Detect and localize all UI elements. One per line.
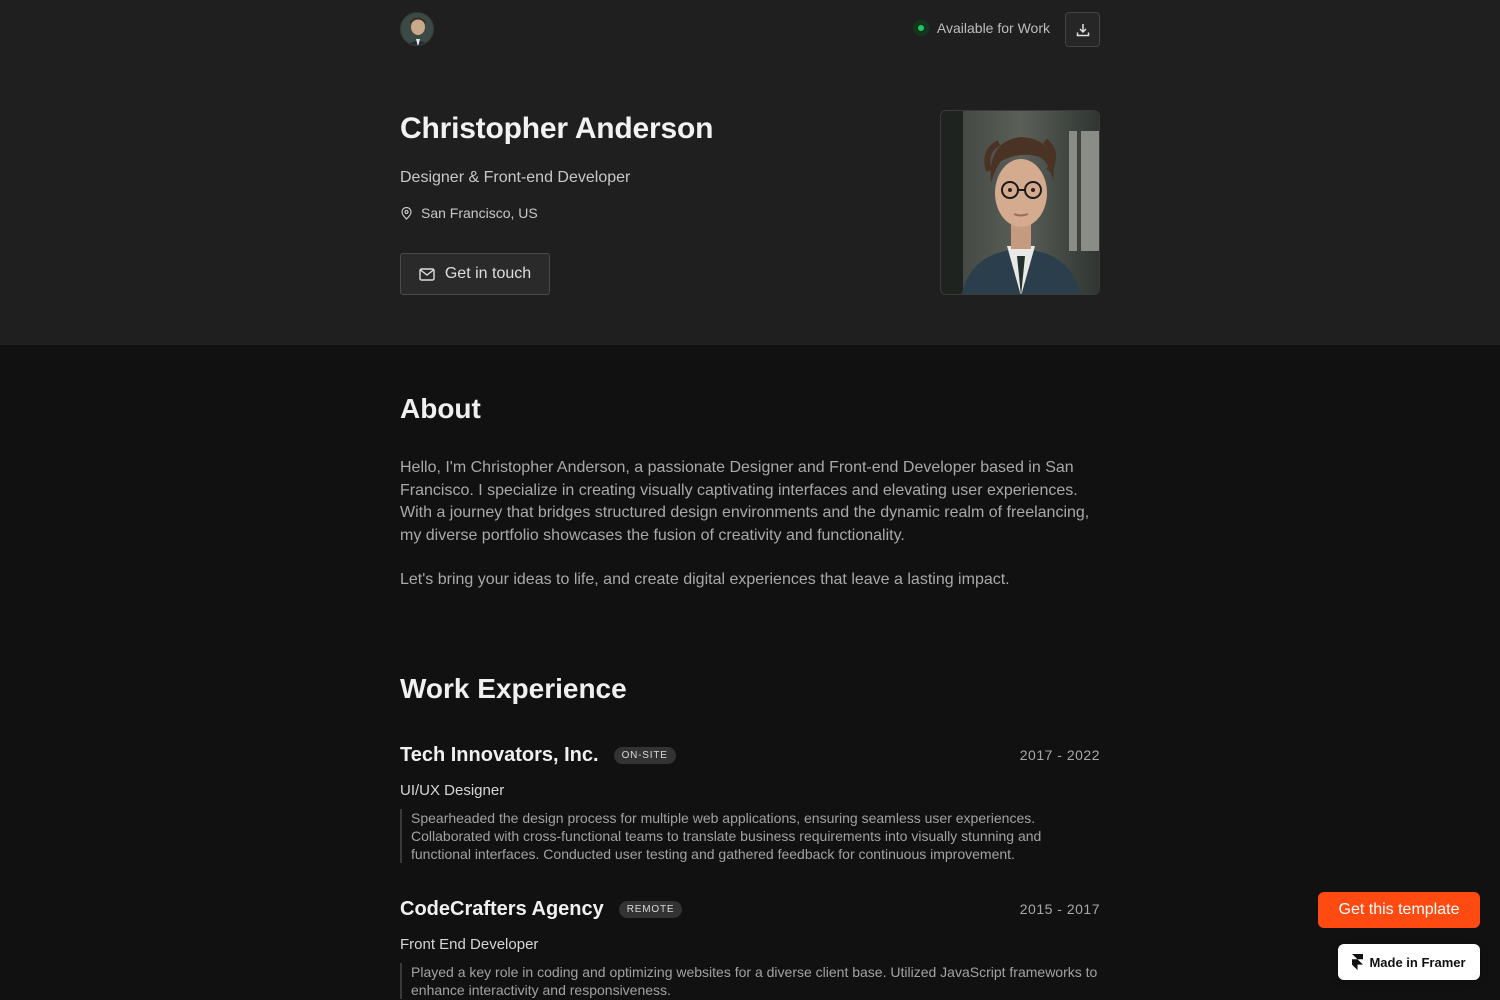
job-years: 2017 - 2022 xyxy=(1019,747,1100,763)
job-entry: Tech Innovators, Inc. ON-SITE 2017 - 202… xyxy=(400,740,1100,863)
work-type-badge: REMOTE xyxy=(618,900,683,918)
availability-label: Available for Work xyxy=(936,20,1050,36)
job-entry: CodeCrafters Agency REMOTE 2015 - 2017 F… xyxy=(400,894,1100,999)
about-paragraph: Let's bring your ideas to life, and crea… xyxy=(400,571,1010,588)
about-heading: About xyxy=(400,393,481,424)
framer-logo-icon xyxy=(1352,954,1364,970)
availability-status: Available for Work xyxy=(912,20,1050,36)
job-header: CodeCrafters Agency REMOTE 2015 - 2017 xyxy=(400,894,1100,924)
job-description: Played a key role in coding and optimizi… xyxy=(400,963,1100,999)
profile-photo xyxy=(940,110,1100,295)
site-header: Available for Work xyxy=(400,12,1100,48)
download-button[interactable] xyxy=(1065,12,1100,47)
get-template-button[interactable]: Get this template xyxy=(1318,892,1480,928)
get-in-touch-label: Get in touch xyxy=(444,265,532,282)
location: San Francisco, US xyxy=(400,205,538,221)
role-subtitle: Designer & Front-end Developer xyxy=(400,169,631,186)
status-dot-icon xyxy=(912,20,929,36)
about-paragraph: Hello, I'm Christopher Anderson, a passi… xyxy=(400,459,1090,544)
get-in-touch-button[interactable]: Get in touch xyxy=(400,253,550,295)
about-text: Hello, I'm Christopher Anderson, a passi… xyxy=(400,457,1090,592)
job-title: UI/UX Designer xyxy=(400,782,505,799)
work-type-badge: ON-SITE xyxy=(613,746,676,764)
job-description: Spearheaded the design process for multi… xyxy=(400,809,1100,863)
avatar[interactable] xyxy=(400,12,434,46)
work-experience-section: Work Experience Tech Innovators, Inc. ON… xyxy=(400,673,1100,999)
page-title: Christopher Anderson xyxy=(400,112,714,145)
company-name: CodeCrafters Agency xyxy=(400,897,604,920)
company-name: Tech Innovators, Inc. xyxy=(400,743,599,766)
work-experience-heading: Work Experience xyxy=(400,673,627,704)
hero-section: Christopher Anderson Designer & Front-en… xyxy=(400,110,1100,300)
made-in-framer-badge[interactable]: Made in Framer xyxy=(1338,944,1480,980)
job-header: Tech Innovators, Inc. ON-SITE 2017 - 202… xyxy=(400,740,1100,770)
location-label: San Francisco, US xyxy=(421,205,538,221)
job-title: Front End Developer xyxy=(400,936,539,953)
job-years: 2015 - 2017 xyxy=(1019,901,1100,917)
about-section: About Hello, I'm Christopher Anderson, a… xyxy=(400,393,1100,592)
made-in-framer-label: Made in Framer xyxy=(1369,954,1466,970)
mail-icon xyxy=(419,267,435,281)
download-icon xyxy=(1076,23,1089,36)
map-pin-icon xyxy=(401,206,412,220)
